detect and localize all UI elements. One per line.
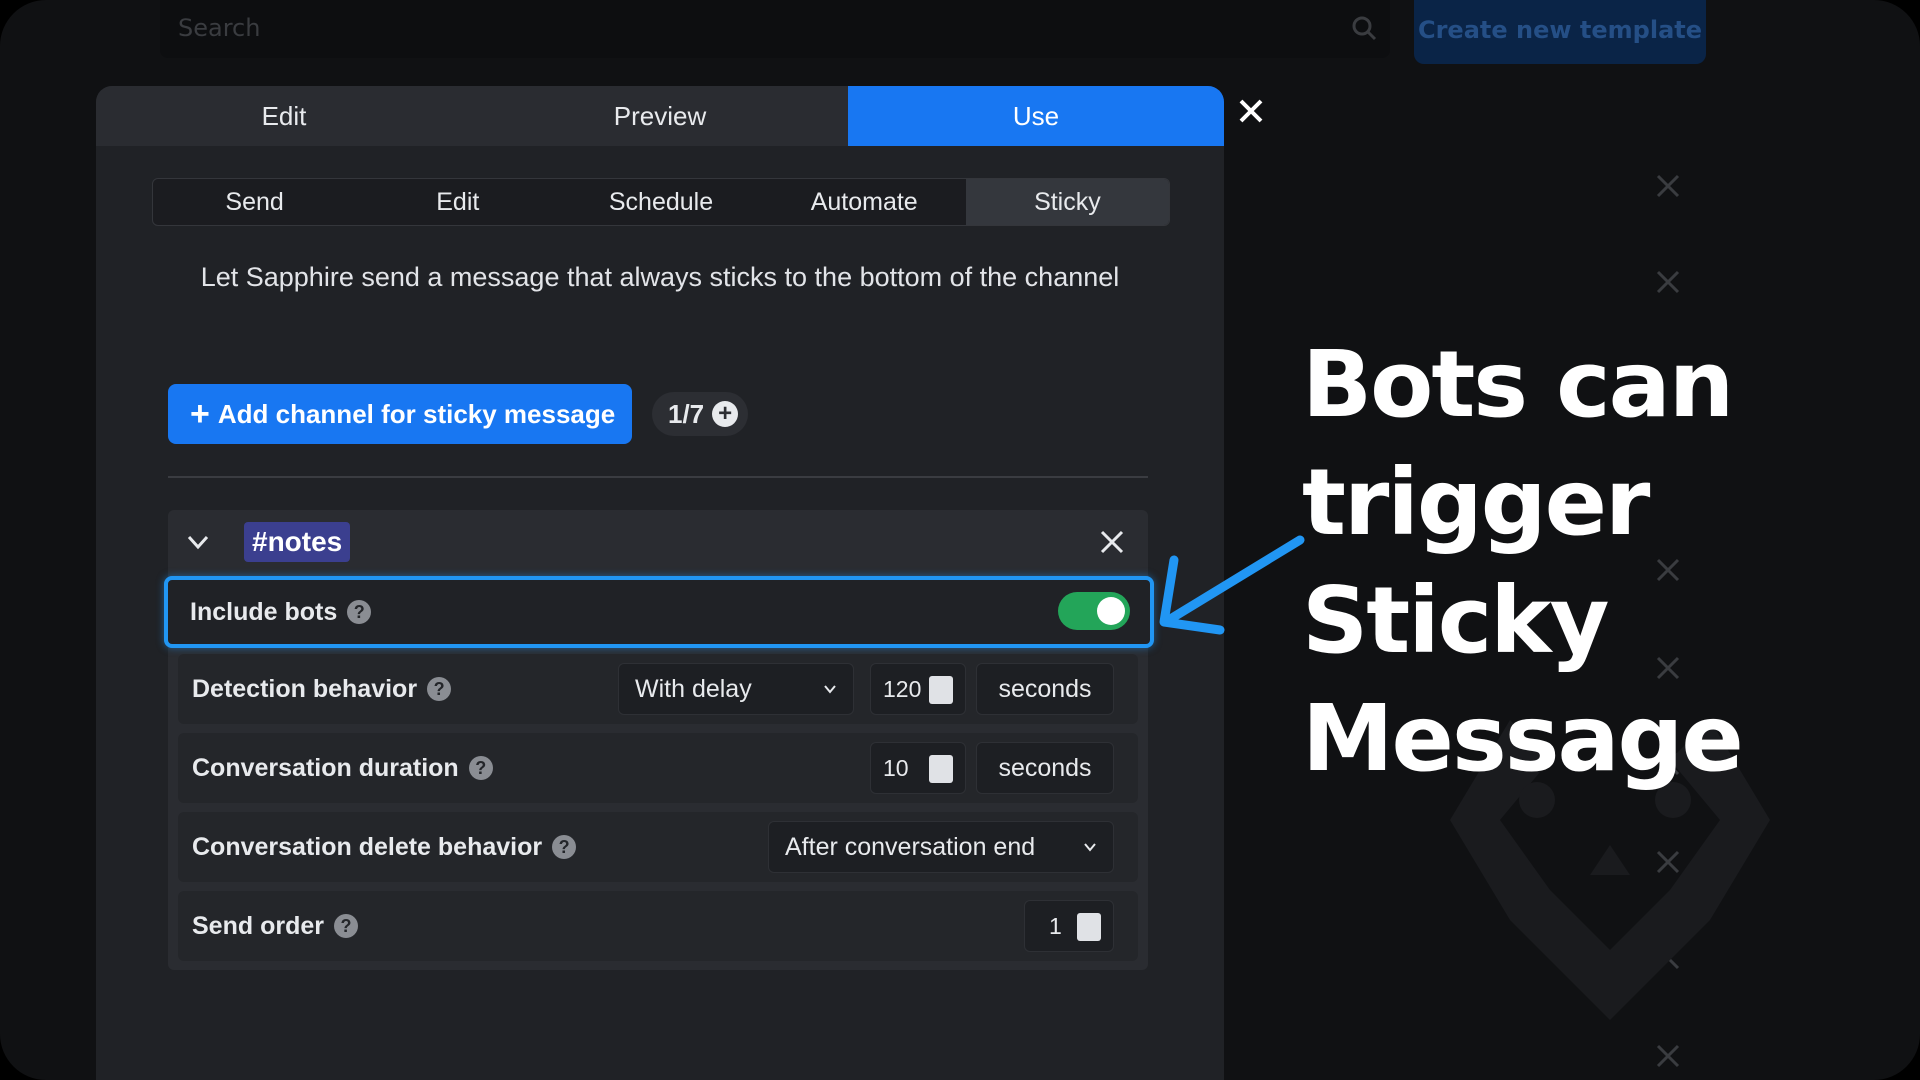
- send-order-input[interactable]: 1: [1024, 900, 1114, 952]
- send-order-label: Send order ?: [192, 891, 358, 961]
- chevron-down-icon: [824, 685, 836, 694]
- subtab-sticky[interactable]: Sticky: [965, 179, 1169, 225]
- background-create-template-button: Create new template: [1414, 0, 1706, 64]
- detection-unit: seconds: [976, 663, 1114, 715]
- detection-behavior-text: Detection behavior: [192, 675, 418, 703]
- sticky-description: Let Sapphire send a message that always …: [200, 262, 1120, 292]
- number-spinner[interactable]: [929, 676, 953, 704]
- background-close-icon: [1656, 270, 1680, 294]
- chevron-down-icon: [1084, 843, 1096, 852]
- help-icon[interactable]: ?: [347, 600, 372, 624]
- background-close-icon: [1656, 174, 1680, 198]
- conversation-delete-value: After conversation end: [785, 833, 1036, 861]
- annotation-line: Message: [1302, 685, 1744, 792]
- screen: Search Create new template Edit Preview …: [0, 0, 1920, 1080]
- sub-tab-bar: Send Edit Schedule Automate Sticky: [152, 178, 1170, 226]
- tab-use[interactable]: Use: [848, 86, 1224, 146]
- plus-icon: +: [190, 395, 210, 433]
- annotation-line: Bots can: [1302, 331, 1734, 438]
- conversation-duration-label: Conversation duration ?: [192, 733, 493, 803]
- detection-behavior-label: Detection behavior ?: [192, 654, 452, 724]
- subtab-edit[interactable]: Edit: [356, 179, 559, 225]
- counter-value: 1/7: [668, 398, 705, 429]
- subtab-automate[interactable]: Automate: [763, 179, 966, 225]
- conversation-duration-input[interactable]: 10: [870, 742, 966, 794]
- divider: [168, 476, 1148, 478]
- subtab-send[interactable]: Send: [153, 179, 356, 225]
- help-icon[interactable]: ?: [552, 835, 577, 859]
- detection-behavior-value: With delay: [635, 675, 752, 703]
- conversation-delete-row: Conversation delete behavior ? After con…: [178, 812, 1138, 882]
- search-icon: [1352, 16, 1377, 41]
- annotation-caption: Bots can trigger Sticky Message: [1302, 326, 1902, 798]
- channel-card: #notes Include bots ? Detection behavior…: [164, 510, 1154, 970]
- channel-card-header: #notes: [168, 510, 1148, 574]
- include-bots-row: Include bots ?: [164, 576, 1154, 648]
- help-icon[interactable]: ?: [427, 677, 452, 701]
- send-order-row: Send order ? 1: [178, 891, 1138, 961]
- send-order-text: Send order: [192, 912, 324, 940]
- channel-tag: #notes: [244, 522, 351, 562]
- background-close-icon: [1656, 1044, 1680, 1068]
- annotation-line: trigger Sticky: [1302, 449, 1650, 674]
- detection-behavior-row: Detection behavior ? With delay 120 seco…: [178, 654, 1138, 724]
- conversation-duration-row: Conversation duration ? 10 seconds: [178, 733, 1138, 803]
- tab-edit[interactable]: Edit: [96, 86, 472, 146]
- subtab-schedule[interactable]: Schedule: [559, 179, 762, 225]
- add-channel-button[interactable]: + Add channel for sticky message: [168, 384, 632, 444]
- include-bots-label: Include bots ?: [190, 580, 372, 644]
- help-icon[interactable]: ?: [468, 756, 493, 780]
- channel-name: notes: [267, 526, 343, 557]
- background-search-bar: [160, 0, 1390, 58]
- conversation-duration-text: Conversation duration: [192, 754, 459, 782]
- number-spinner[interactable]: [1077, 913, 1101, 941]
- arrow-icon: [1159, 535, 1305, 635]
- send-order-value: 1: [1049, 913, 1062, 939]
- duration-unit: seconds: [976, 742, 1114, 794]
- tab-preview[interactable]: Preview: [472, 86, 848, 146]
- add-channel-label: Add channel for sticky message: [217, 399, 616, 429]
- plus-circle-icon[interactable]: +: [712, 401, 739, 427]
- conversation-delete-select[interactable]: After conversation end: [768, 821, 1114, 873]
- toggle-knob: [1097, 597, 1125, 625]
- number-spinner[interactable]: [929, 755, 953, 783]
- close-icon[interactable]: [1236, 96, 1266, 126]
- include-bots-toggle[interactable]: [1058, 592, 1130, 630]
- conversation-duration-value: 10: [883, 755, 909, 781]
- hash-icon: #: [252, 526, 268, 557]
- detection-delay-value: 120: [883, 676, 922, 702]
- conversation-delete-text: Conversation delete behavior: [192, 833, 543, 861]
- channel-counter: 1/7 +: [652, 392, 748, 436]
- detection-delay-input[interactable]: 120: [870, 663, 966, 715]
- detection-behavior-select[interactable]: With delay: [618, 663, 854, 715]
- background-search-placeholder: Search: [178, 14, 261, 42]
- close-icon[interactable]: [1098, 528, 1126, 556]
- top-tab-bar: Edit Preview Use: [96, 86, 1224, 146]
- help-icon[interactable]: ?: [333, 914, 358, 938]
- include-bots-text: Include bots: [190, 598, 338, 626]
- template-modal: Edit Preview Use Send Edit Schedule Auto…: [96, 86, 1224, 1080]
- conversation-delete-label: Conversation delete behavior ?: [192, 812, 577, 882]
- chevron-down-icon[interactable]: [184, 528, 212, 556]
